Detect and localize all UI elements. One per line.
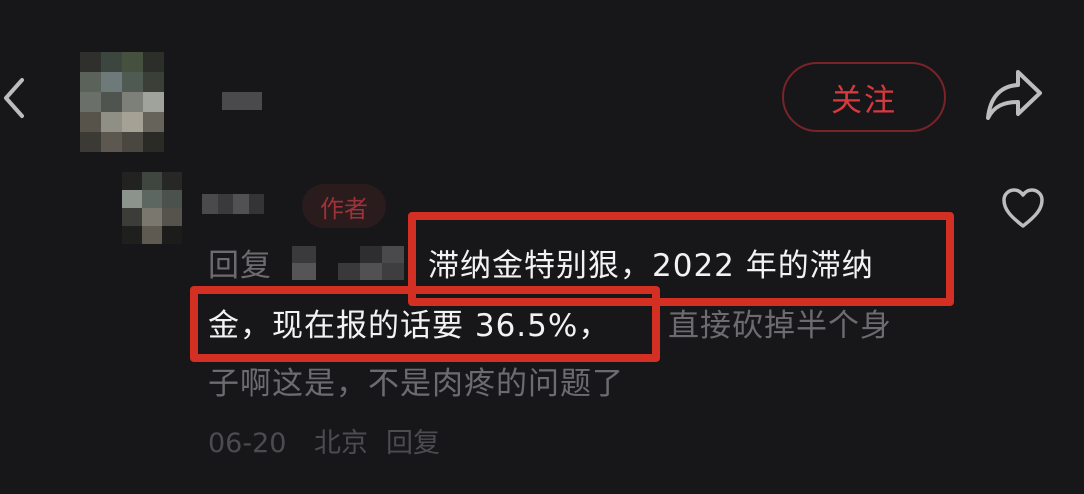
back-button[interactable] [0, 76, 30, 120]
avatar[interactable] [80, 52, 164, 152]
reply-prefix: 回复 [208, 248, 272, 284]
comment-detail-page: 关注 作者 回复 滞纳金特别狠，2022 年的滞纳 金，现在报的话要 36.5%… [0, 0, 1084, 494]
highlight-box [190, 286, 660, 362]
comment-location: 北京 [314, 428, 368, 459]
follow-button[interactable]: 关注 [782, 62, 946, 132]
like-button[interactable] [1000, 186, 1046, 230]
comment-text-line-2-rest: 直接砍掉半个身 [668, 308, 892, 344]
reply-target-redacted [292, 246, 316, 280]
share-button[interactable] [984, 66, 1046, 124]
commenter-avatar[interactable] [122, 172, 182, 244]
comment-date: 06-20 [208, 428, 287, 459]
heart-outline-icon [1002, 188, 1044, 228]
reply-link[interactable]: 回复 [386, 424, 440, 464]
author-badge: 作者 [302, 184, 386, 228]
commenter-name-redacted [202, 194, 264, 214]
comment-text-line-3: 子啊这是，不是肉疼的问题了 [208, 366, 624, 402]
reply-target-redacted [338, 246, 404, 280]
share-arrow-icon [986, 70, 1042, 120]
chevron-left-icon [4, 78, 24, 118]
username-redacted [222, 92, 262, 110]
